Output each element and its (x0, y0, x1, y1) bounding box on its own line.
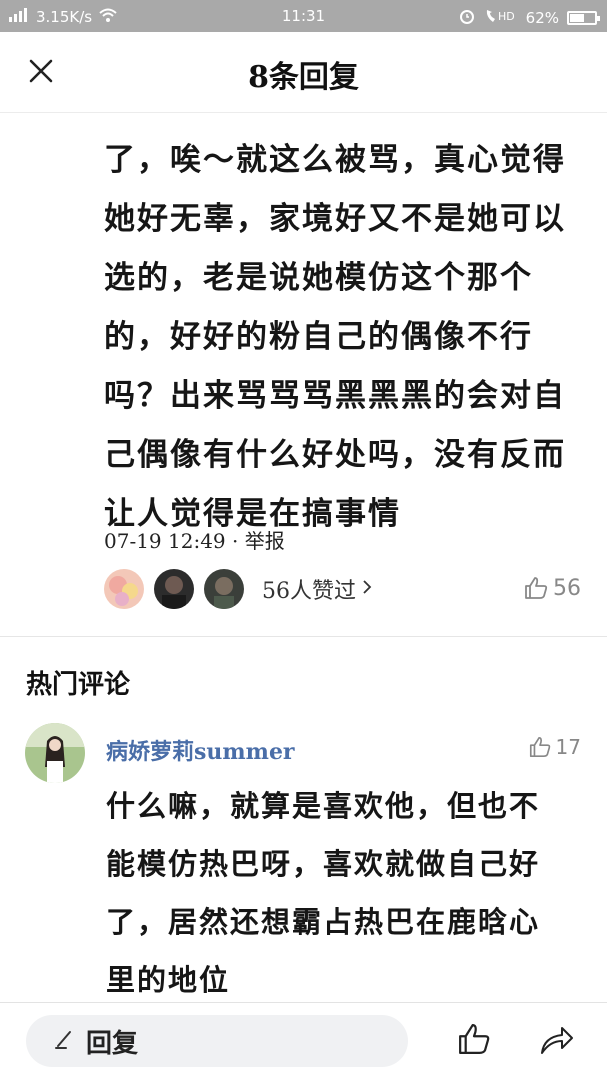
main-comment: 了，唉～就这么被骂，真心觉得 她好无辜，家境好又不是她可以 选的，老是说她模仿这… (0, 113, 607, 635)
avatar[interactable] (25, 723, 85, 783)
likers-row[interactable]: 56人赞过 (104, 569, 372, 609)
comment-date: 07-19 12:49 (104, 529, 226, 553)
bottom-bar: 回复 (0, 1003, 607, 1080)
reply-label: 回复 (86, 1028, 139, 1059)
comment-line: 选的，老是说她模仿这个那个 (104, 260, 533, 296)
comment-line: 了，居然还想霸占热巴在鹿晗心 (106, 905, 541, 939)
reply-input[interactable]: 回复 (26, 1015, 408, 1067)
battery-icon (567, 11, 600, 25)
avatar[interactable] (204, 569, 244, 609)
hot-comment: 病娇萝莉summer 17 什么嘛，就算是喜欢他，但也不 能模仿热巴呀，喜欢就做… (0, 715, 607, 1000)
hot-comments-title: 热门评论 (26, 670, 131, 700)
like-button[interactable] (456, 1021, 492, 1061)
chevron-right-icon (362, 579, 372, 599)
status-right: HD 62% (458, 7, 600, 29)
meta-separator: · (232, 529, 239, 553)
like-button[interactable]: 17 (528, 735, 581, 759)
divider (0, 636, 607, 637)
pen-icon (54, 1028, 76, 1054)
comment-line: 的，好好的粉自己的偶像不行 (104, 319, 533, 355)
alarm-icon (458, 7, 476, 29)
avatar[interactable] (154, 569, 194, 609)
report-link[interactable]: 举报 (245, 529, 285, 553)
comment-line: 能模仿热巴呀，喜欢就做自己好 (106, 847, 541, 881)
page-title: 8条回复 (248, 60, 359, 95)
like-button[interactable]: 56 (523, 575, 581, 601)
comment-line: 了，唉～就这么被骂，真心觉得 (104, 142, 566, 178)
like-count: 17 (555, 735, 581, 759)
battery-percent: 62% (525, 9, 559, 27)
share-icon (541, 1027, 573, 1054)
comment-line: 什么嘛，就算是喜欢他，但也不 (106, 789, 541, 823)
status-bar: 3.15K/s 11:31 HD 62% (0, 0, 607, 32)
comment-body: 什么嘛，就算是喜欢他，但也不 能模仿热巴呀，喜欢就做自己好 了，居然还想霸占热巴… (106, 777, 576, 1009)
like-count: 56 (553, 575, 581, 601)
thumbs-up-icon (459, 1024, 490, 1054)
hd-label: HD (498, 10, 515, 23)
comment-body: 了，唉～就这么被骂，真心觉得 她好无辜，家境好又不是她可以 选的，老是说她模仿这… (104, 131, 574, 544)
comment-line: 里的地位 (106, 963, 231, 997)
comment-line: 己偶像有什么好处吗，没有反而 (104, 437, 566, 473)
thumbs-up-icon (525, 577, 548, 599)
username-link[interactable]: 病娇萝莉summer (106, 734, 295, 766)
likers-count[interactable]: 56人赞过 (262, 573, 356, 605)
hd-call-icon: HD (484, 7, 518, 29)
thumbs-up-icon (529, 736, 550, 758)
share-button[interactable] (538, 1021, 576, 1061)
battery-fill (570, 14, 585, 22)
header: 8条回复 (0, 32, 607, 113)
comment-line: 吗？出来骂骂骂黑黑黑的会对自 (104, 378, 566, 414)
comment-line: 她好无辜，家境好又不是她可以 (104, 201, 566, 237)
avatar[interactable] (104, 569, 144, 609)
comment-meta: 07-19 12:49 · 举报 (104, 525, 285, 554)
